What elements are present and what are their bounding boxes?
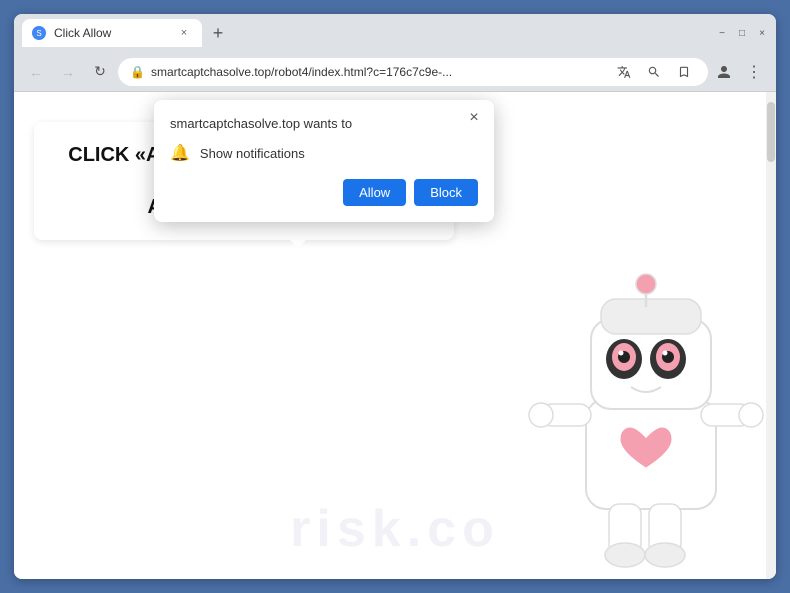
- popup-permission: 🔔 Show notifications: [170, 143, 478, 163]
- watermark-text: risk.co: [290, 499, 500, 559]
- minimize-button[interactable]: −: [716, 27, 728, 39]
- translate-icon[interactable]: [612, 60, 636, 84]
- maximize-button[interactable]: □: [736, 27, 748, 39]
- refresh-button[interactable]: ↻: [86, 58, 114, 86]
- permission-label: Show notifications: [200, 146, 305, 161]
- tab-area: S Click Allow × +: [22, 19, 712, 47]
- url-text: smartcaptchasolve.top/robot4/index.html?…: [151, 65, 606, 79]
- tab-close-button[interactable]: ×: [176, 25, 192, 41]
- bell-icon: 🔔: [170, 143, 190, 163]
- address-icons: [612, 60, 696, 84]
- back-button[interactable]: ←: [22, 58, 50, 86]
- new-tab-button[interactable]: +: [206, 21, 230, 45]
- lock-icon: 🔒: [130, 65, 145, 79]
- address-input[interactable]: 🔒 smartcaptchasolve.top/robot4/index.htm…: [118, 58, 708, 86]
- allow-button[interactable]: Allow: [343, 179, 406, 206]
- notification-popup: × smartcaptchasolve.top wants to 🔔 Show …: [154, 100, 494, 222]
- search-address-icon[interactable]: [642, 60, 666, 84]
- tab-title: Click Allow: [54, 26, 168, 40]
- title-bar: S Click Allow × + − □ ×: [14, 14, 776, 52]
- scrollbar-thumb[interactable]: [767, 102, 775, 162]
- forward-button[interactable]: →: [54, 58, 82, 86]
- block-button[interactable]: Block: [414, 179, 478, 206]
- active-tab[interactable]: S Click Allow ×: [22, 19, 202, 47]
- bookmark-icon[interactable]: [672, 60, 696, 84]
- popup-close-button[interactable]: ×: [464, 108, 484, 128]
- browser-window: S Click Allow × + − □ × ← → ↻ 🔒 smartcap…: [14, 14, 776, 579]
- close-button[interactable]: ×: [756, 27, 768, 39]
- content-area: risk.co pct CLICK «ALLOW» TO CONFIRM THA…: [14, 92, 776, 579]
- scrollbar[interactable]: [766, 92, 776, 579]
- menu-button[interactable]: ⋮: [740, 58, 768, 86]
- profile-icon[interactable]: [712, 60, 736, 84]
- robot-illustration: [516, 239, 776, 579]
- tab-favicon: S: [32, 26, 46, 40]
- popup-site-text: smartcaptchasolve.top wants to: [170, 116, 478, 131]
- popup-buttons: Allow Block: [170, 179, 478, 206]
- window-controls: − □ ×: [716, 27, 768, 39]
- address-bar: ← → ↻ 🔒 smartcaptchasolve.top/robot4/ind…: [14, 52, 776, 92]
